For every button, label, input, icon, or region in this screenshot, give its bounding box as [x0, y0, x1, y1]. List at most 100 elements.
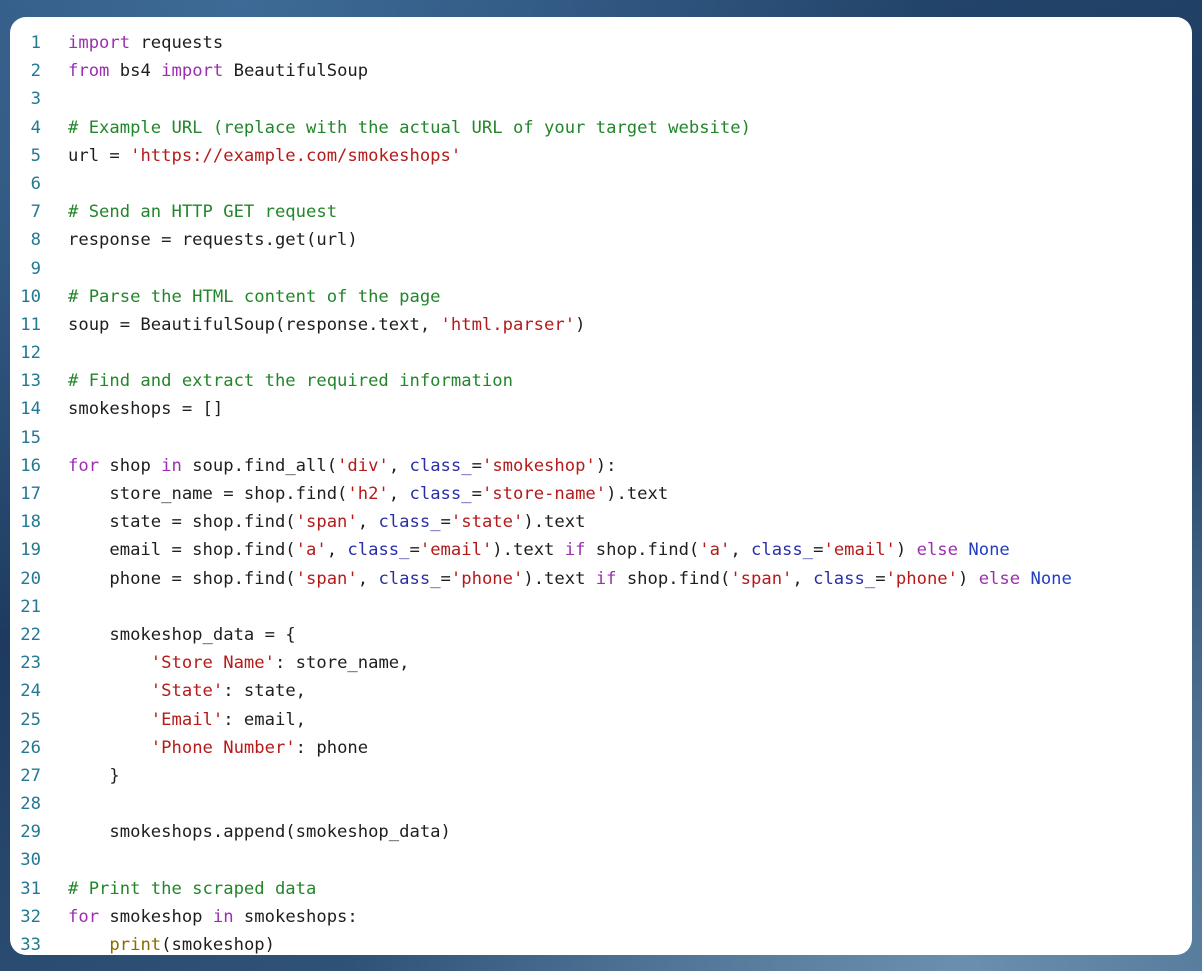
code-token: email = shop.find( [68, 540, 296, 561]
code-line: 4 # Example URL (replace with the actual … [10, 114, 1192, 142]
code-token: ) [895, 540, 917, 561]
code-token: , [326, 540, 348, 561]
line-code: for shop in soup.find_all('div', class_=… [41, 452, 1192, 480]
code-line: 32 for smokeshop in smokeshops: [10, 903, 1192, 931]
line-number: 6 [30, 173, 41, 194]
line-code: from bs4 import BeautifulSoup [41, 57, 1192, 85]
line-number: 11 [20, 314, 41, 335]
code-line: 6 [10, 170, 1192, 198]
code-token: 'Store Name' [150, 653, 275, 674]
line-code: # Example URL (replace with the actual U… [41, 114, 1192, 142]
line-code: } [41, 762, 1192, 790]
line-code: email = shop.find('a', class_='email').t… [41, 536, 1192, 564]
code-token: class_ [813, 568, 876, 589]
line-code: import requests [41, 29, 1192, 57]
line-number: 25 [20, 709, 41, 730]
code-token: 'Email' [150, 709, 224, 730]
code-panel[interactable]: 1 import requests 2 from bs4 import Beautif… [10, 17, 1192, 955]
code-token: smokeshop [99, 906, 213, 927]
line-number: 26 [20, 737, 41, 758]
code-token: store_name = shop.find( [68, 484, 348, 504]
line-number: 22 [20, 624, 41, 645]
line-number: 17 [20, 484, 41, 504]
code-token: 'email' [823, 540, 896, 561]
line-number: 24 [20, 681, 41, 702]
line-number: 14 [20, 399, 41, 420]
code-token: # Example URL (replace with the actual U… [68, 117, 751, 138]
code-token: # Parse the HTML content of the page [68, 286, 441, 307]
code-token: import [161, 61, 224, 82]
code-line: 11 soup = BeautifulSoup(response.text, 'h… [10, 311, 1192, 339]
code-line: 13 # Find and extract the required inform… [10, 367, 1192, 395]
code-line: 33 print(smokeshop) [10, 931, 1192, 955]
code-token: class_ [378, 568, 441, 589]
code-token: 'State' [150, 681, 224, 702]
line-number: 23 [20, 653, 41, 674]
code-line: 16 for shop in soup.find_all('div', class… [10, 452, 1192, 480]
line-number: 3 [30, 89, 41, 110]
code-token: smokeshops.append(smokeshop_data) [68, 822, 451, 843]
line-code: phone = shop.find('span', class_='phone'… [41, 565, 1192, 593]
code-line: 31 # Print the scraped data [10, 875, 1192, 903]
code-token: response = requests.get(url) [68, 230, 358, 251]
code-token: 'state' [450, 512, 524, 533]
line-number: 4 [30, 117, 41, 138]
code-token: ).text [523, 568, 596, 589]
line-number: 30 [20, 850, 41, 871]
code-token: shop.find( [616, 568, 731, 589]
line-code: soup = BeautifulSoup(response.text, 'htm… [41, 311, 1192, 339]
line-code: print(smokeshop) [41, 931, 1192, 955]
code-token: print [109, 935, 162, 955]
code-token: class_ [347, 540, 410, 561]
line-number: 31 [20, 878, 41, 899]
code-line: 19 email = shop.find('a', class_='email'… [10, 536, 1192, 564]
code-token: None [968, 540, 1010, 561]
line-number: 5 [30, 145, 41, 166]
line-number: 19 [20, 540, 41, 561]
code-token: import [68, 33, 131, 53]
code-token: soup = BeautifulSoup(response.text, [68, 314, 441, 335]
code-line: 14 smokeshops = [] [10, 395, 1192, 423]
code-token: = [440, 568, 451, 589]
line-number: 29 [20, 822, 41, 843]
line-code: response = requests.get(url) [41, 226, 1192, 254]
code-token: 'Phone Number' [150, 737, 296, 758]
line-code: smokeshops = [] [41, 395, 1192, 423]
code-line: 27 } [10, 762, 1192, 790]
code-token: 'phone' [450, 568, 524, 589]
code-token: else [978, 568, 1021, 589]
code-token: 'span' [730, 568, 793, 589]
code-token: , [357, 568, 379, 589]
code-token: : phone [295, 737, 369, 758]
line-number: 12 [20, 343, 41, 364]
line-number: 10 [20, 286, 41, 307]
code-token: : store_name, [274, 653, 410, 674]
code-token: requests [130, 33, 224, 53]
code-token: = [471, 455, 482, 476]
code-token: 'html.parser' [440, 314, 576, 335]
line-number: 1 [30, 33, 41, 53]
line-code: url = 'https://example.com/smokeshops' [41, 142, 1192, 170]
line-number: 2 [30, 61, 41, 82]
code-body: 1 import requests 2 from bs4 import Beautif… [10, 29, 1192, 955]
code-token: ).text [492, 540, 565, 561]
code-line: 28 [10, 790, 1192, 818]
line-code: state = shop.find('span', class_='state'… [41, 508, 1192, 536]
line-code: # Print the scraped data [41, 875, 1192, 903]
code-token: 'store-name' [481, 484, 607, 504]
code-token: ) [958, 568, 979, 589]
code-token: class_ [378, 512, 441, 533]
code-line: 9 [10, 255, 1192, 283]
code-token: bs4 [109, 61, 162, 82]
line-code: smokeshop_data = { [41, 621, 1192, 649]
code-token: 'smokeshop' [481, 455, 596, 476]
code-token: = [875, 568, 886, 589]
code-token: 'a' [699, 540, 731, 561]
line-code: 'Phone Number': phone [41, 734, 1192, 762]
code-token: from [68, 61, 110, 82]
